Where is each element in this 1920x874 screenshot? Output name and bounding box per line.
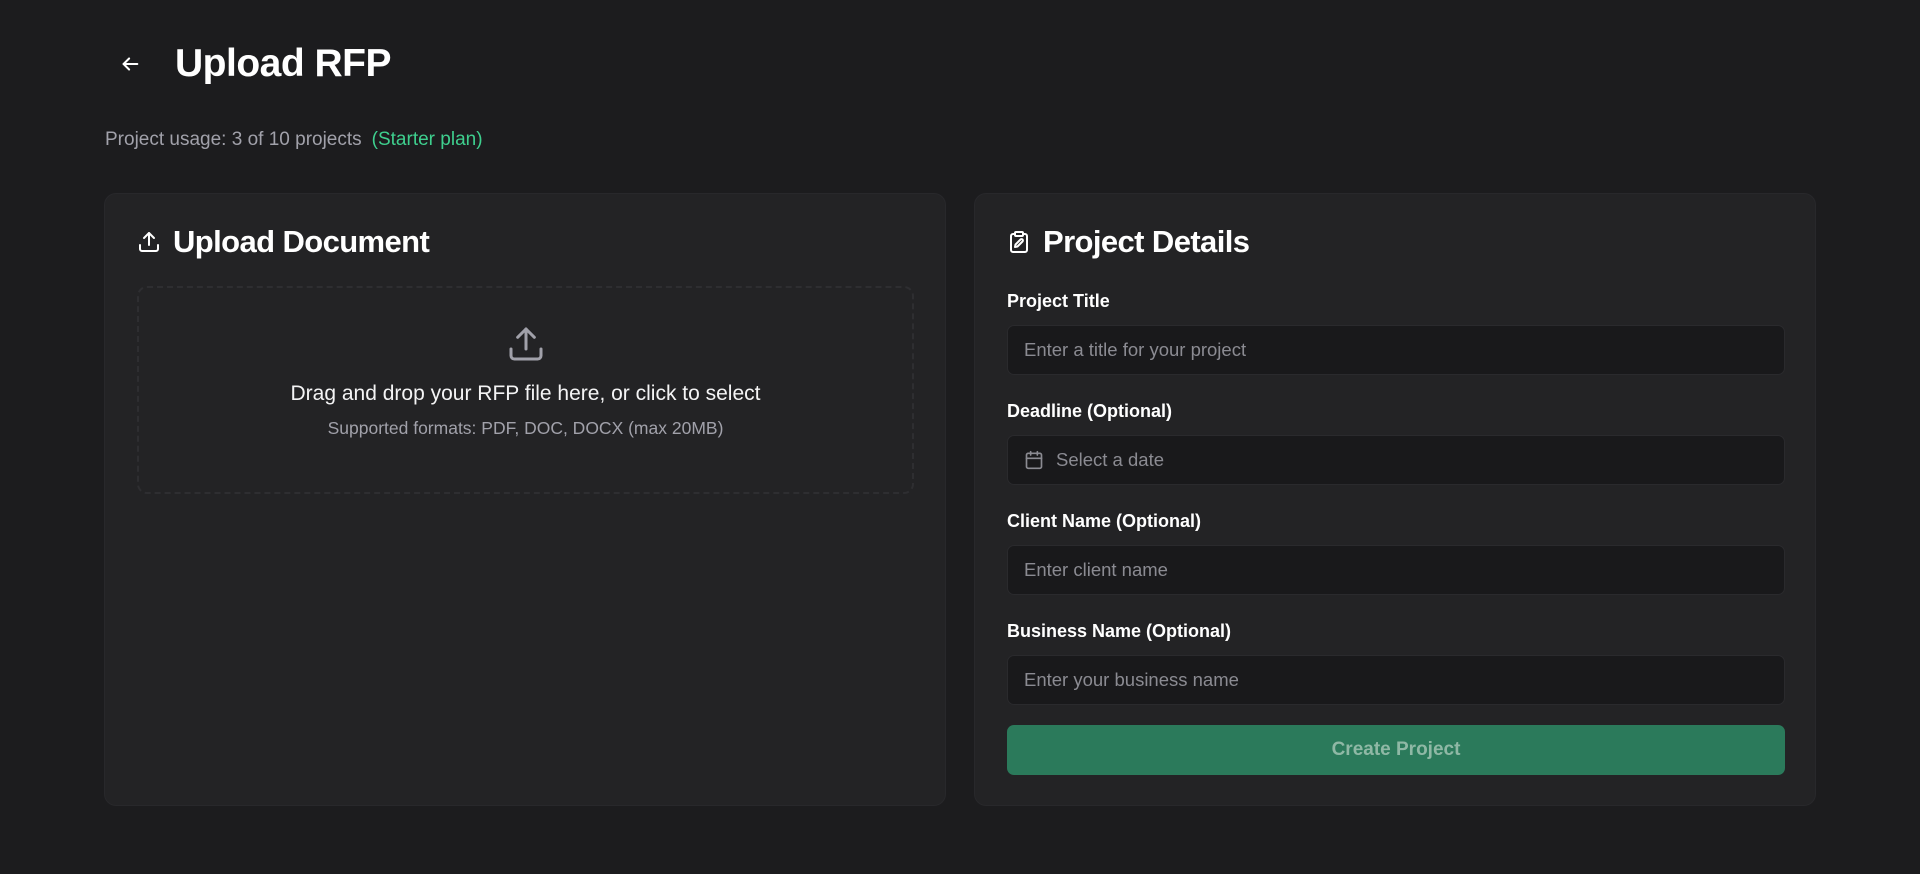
dropzone-formats-text: Supported formats: PDF, DOC, DOCX (max 2… [327, 418, 724, 438]
page-header: Upload RFP [105, 36, 392, 92]
business-name-field[interactable] [1007, 655, 1785, 705]
upload-rfp-page: Upload RFP Project usage: 3 of 10 projec… [0, 0, 1920, 874]
page-title: Upload RFP [175, 42, 392, 85]
deadline-placeholder: Select a date [1056, 449, 1164, 470]
business-name-input[interactable] [1024, 669, 1784, 691]
deadline-date-picker[interactable]: Select a date [1007, 435, 1785, 485]
clipboard-icon [1010, 231, 1028, 253]
create-project-button[interactable]: Create Project [1007, 725, 1785, 775]
plan-badge: (Starter plan) [371, 129, 483, 150]
back-button[interactable] [105, 39, 155, 89]
project-details-card: Project Details Project Title Deadline (… [974, 193, 1816, 806]
arrow-left-icon [122, 57, 139, 71]
upload-icon [139, 232, 159, 252]
usage-text: Project usage: 3 of 10 projects [105, 129, 362, 150]
details-card-title: Project Details [1043, 224, 1250, 259]
project-title-field[interactable] [1007, 325, 1785, 375]
upload-card-header: Upload Document [137, 224, 430, 260]
project-title-label: Project Title [1007, 291, 1110, 311]
upload-document-card: Upload Document Drag and drop your RFP f… [104, 193, 946, 806]
calendar-icon [1025, 450, 1043, 470]
dropzone-main-text: Drag and drop your RFP file here, or cli… [290, 382, 761, 405]
project-title-input[interactable] [1024, 339, 1784, 361]
deadline-label: Deadline (Optional) [1007, 401, 1173, 421]
upload-card-title: Upload Document [173, 224, 430, 259]
client-name-label: Client Name (Optional) [1007, 511, 1202, 531]
business-name-label: Business Name (Optional) [1007, 621, 1232, 641]
upload-icon [509, 327, 542, 361]
client-name-input[interactable] [1024, 559, 1784, 581]
project-usage: Project usage: 3 of 10 projects (Starter… [105, 129, 483, 151]
details-card-header: Project Details [1007, 224, 1250, 260]
client-name-field[interactable] [1007, 545, 1785, 595]
file-dropzone[interactable]: Drag and drop your RFP file here, or cli… [137, 286, 914, 494]
